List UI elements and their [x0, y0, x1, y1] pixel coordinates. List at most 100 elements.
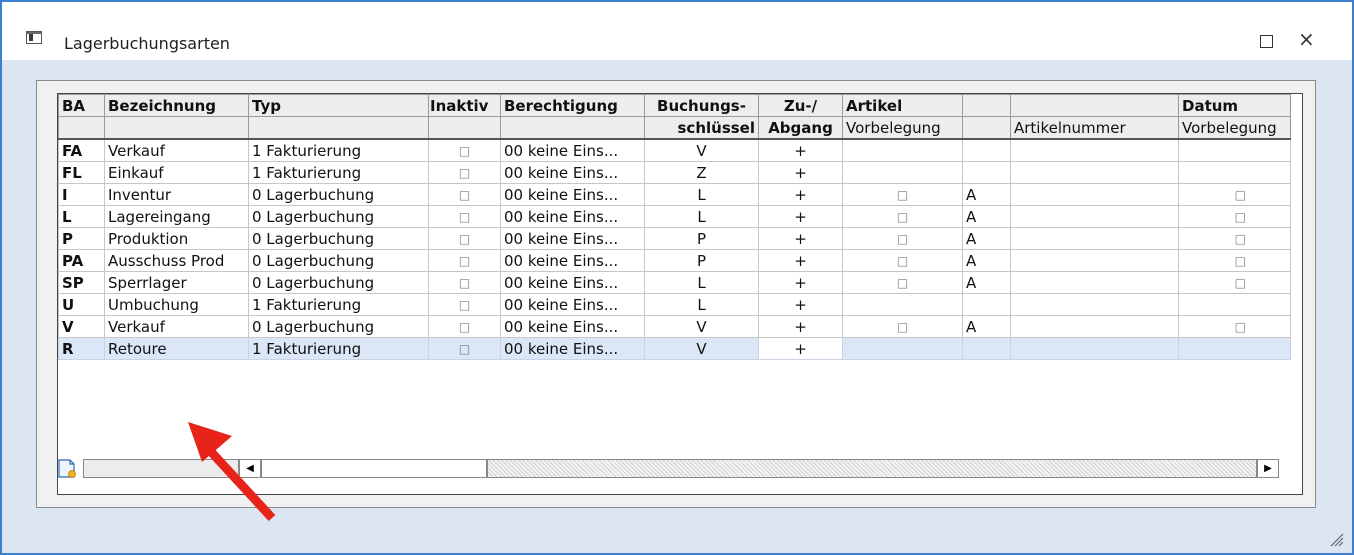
header-cell[interactable]: Datum	[1178, 94, 1291, 117]
cell-typ[interactable]: 0 Lagerbuchung	[248, 205, 429, 228]
header-cell[interactable]: Inaktiv	[428, 94, 501, 117]
close-button[interactable]: ×	[1298, 29, 1315, 49]
header-cell[interactable]: Bezeichnung	[104, 94, 249, 117]
cell-zu-abgang[interactable]: +	[758, 205, 843, 228]
cell-buchungsschluessel[interactable]: Z	[644, 161, 759, 184]
header-cell[interactable]: Abgang	[758, 116, 843, 140]
cell-artikelnummer[interactable]	[1010, 227, 1179, 250]
cell-bezeichnung[interactable]: Sperrlager	[104, 271, 249, 294]
cell-artikelnummer[interactable]	[1010, 293, 1179, 316]
cell-bezeichnung[interactable]: Inventur	[104, 183, 249, 206]
cell-bezeichnung[interactable]: Ausschuss Prod	[104, 249, 249, 272]
header-cell[interactable]	[962, 94, 1011, 117]
header-cell[interactable]	[1010, 94, 1179, 117]
inaktiv-checkbox[interactable]: □	[428, 205, 501, 228]
cell-ba[interactable]: FL	[58, 161, 105, 184]
cell-berechtigung[interactable]: 00 keine Eins...	[500, 337, 645, 360]
header-cell[interactable]: Artikel	[842, 94, 963, 117]
cell-ba[interactable]: V	[58, 315, 105, 338]
cell-typ[interactable]: 1 Fakturierung	[248, 161, 429, 184]
cell-zu-abgang[interactable]: +	[758, 293, 843, 316]
datum-vorbelegung-checkbox[interactable]	[1178, 337, 1291, 360]
header-cell[interactable]: Typ	[248, 94, 429, 117]
scrollbar-track[interactable]	[487, 459, 1257, 478]
header-cell[interactable]: schlüssel	[644, 116, 759, 140]
cell-typ[interactable]: 0 Lagerbuchung	[248, 227, 429, 250]
cell-artikel-flag[interactable]: A	[962, 183, 1011, 206]
new-record-icon[interactable]	[56, 459, 78, 479]
cell-artikel-flag[interactable]: A	[962, 315, 1011, 338]
cell-bezeichnung[interactable]: Einkauf	[104, 161, 249, 184]
cell-artikelnummer[interactable]	[1010, 138, 1179, 162]
cell-artikelnummer[interactable]	[1010, 205, 1179, 228]
inaktiv-checkbox[interactable]: □	[428, 337, 501, 360]
inaktiv-checkbox[interactable]: □	[428, 249, 501, 272]
cell-berechtigung[interactable]: 00 keine Eins...	[500, 138, 645, 162]
artikel-vorbelegung-checkbox[interactable]: □	[842, 271, 963, 294]
cell-artikel-flag[interactable]: A	[962, 249, 1011, 272]
inaktiv-checkbox[interactable]: □	[428, 138, 501, 162]
header-cell[interactable]: Artikelnummer	[1010, 116, 1179, 140]
header-cell[interactable]	[248, 116, 429, 140]
cell-ba[interactable]: P	[58, 227, 105, 250]
artikel-vorbelegung-checkbox[interactable]: □	[842, 205, 963, 228]
cell-berechtigung[interactable]: 00 keine Eins...	[500, 271, 645, 294]
cell-buchungsschluessel[interactable]: V	[644, 315, 759, 338]
cell-buchungsschluessel[interactable]: L	[644, 205, 759, 228]
cell-ba[interactable]: I	[58, 183, 105, 206]
header-cell[interactable]	[428, 116, 501, 140]
cell-berechtigung[interactable]: 00 keine Eins...	[500, 249, 645, 272]
cell-buchungsschluessel[interactable]: V	[644, 138, 759, 162]
maximize-button[interactable]	[1260, 35, 1273, 48]
cell-bezeichnung[interactable]: Produktion	[104, 227, 249, 250]
cell-artikel-flag[interactable]	[962, 337, 1011, 360]
cell-typ[interactable]: 0 Lagerbuchung	[248, 249, 429, 272]
header-cell[interactable]: Vorbelegung	[842, 116, 963, 140]
table-row[interactable]: L Lagereingang 0 Lagerbuchung □ 00 keine Ein…	[58, 205, 1291, 228]
artikel-vorbelegung-checkbox[interactable]: □	[842, 227, 963, 250]
cell-zu-abgang[interactable]: +	[758, 183, 843, 206]
inaktiv-checkbox[interactable]: □	[428, 227, 501, 250]
datum-vorbelegung-checkbox[interactable]: □	[1178, 205, 1291, 228]
table-row[interactable]: P Produktion 0 Lagerbuchung □ 00 keine Eins.…	[58, 227, 1291, 250]
table-row[interactable]: SP Sperrlager 0 Lagerbuchung □ 00 keine Eins…	[58, 271, 1291, 294]
inaktiv-checkbox[interactable]: □	[428, 183, 501, 206]
cell-bezeichnung[interactable]: Retoure	[104, 337, 249, 360]
cell-bezeichnung[interactable]: Lagereingang	[104, 205, 249, 228]
header-cell[interactable]: Berechtigung	[500, 94, 645, 117]
cell-ba[interactable]: SP	[58, 271, 105, 294]
artikel-vorbelegung-checkbox[interactable]	[842, 337, 963, 360]
artikel-vorbelegung-checkbox[interactable]: □	[842, 249, 963, 272]
cell-zu-abgang[interactable]: +	[758, 227, 843, 250]
header-cell[interactable]	[104, 116, 249, 140]
table-row[interactable]: R Retoure 1 Fakturierung □ 00 keine Eins... V…	[58, 337, 1291, 360]
cell-berechtigung[interactable]: 00 keine Eins...	[500, 315, 645, 338]
datum-vorbelegung-checkbox[interactable]	[1178, 138, 1291, 162]
table-row[interactable]: V Verkauf 0 Lagerbuchung □ 00 keine Eins... V…	[58, 315, 1291, 338]
cell-artikel-flag[interactable]: A	[962, 271, 1011, 294]
cell-artikelnummer[interactable]	[1010, 249, 1179, 272]
header-cell[interactable]	[500, 116, 645, 140]
header-cell[interactable]: Zu-/	[758, 94, 843, 117]
inaktiv-checkbox[interactable]: □	[428, 315, 501, 338]
datum-vorbelegung-checkbox[interactable]: □	[1178, 271, 1291, 294]
resize-grip-icon[interactable]	[1326, 529, 1344, 547]
scrollbar-thumb[interactable]	[261, 459, 487, 478]
title-bar[interactable]: Lagerbuchungsarten ×	[2, 2, 1352, 60]
cell-typ[interactable]: 1 Fakturierung	[248, 138, 429, 162]
cell-bezeichnung[interactable]: Umbuchung	[104, 293, 249, 316]
cell-artikelnummer[interactable]	[1010, 271, 1179, 294]
cell-berechtigung[interactable]: 00 keine Eins...	[500, 205, 645, 228]
artikel-vorbelegung-checkbox[interactable]	[842, 138, 963, 162]
cell-zu-abgang[interactable]: +	[758, 161, 843, 184]
header-cell[interactable]: Buchungs-	[644, 94, 759, 117]
cell-ba[interactable]: L	[58, 205, 105, 228]
cell-artikel-flag[interactable]: A	[962, 227, 1011, 250]
cell-typ[interactable]: 0 Lagerbuchung	[248, 183, 429, 206]
cell-ba[interactable]: PA	[58, 249, 105, 272]
inaktiv-checkbox[interactable]: □	[428, 293, 501, 316]
cell-zu-abgang[interactable]: +	[758, 138, 843, 162]
cell-artikel-flag[interactable]	[962, 293, 1011, 316]
cell-ba[interactable]: U	[58, 293, 105, 316]
cell-artikelnummer[interactable]	[1010, 161, 1179, 184]
